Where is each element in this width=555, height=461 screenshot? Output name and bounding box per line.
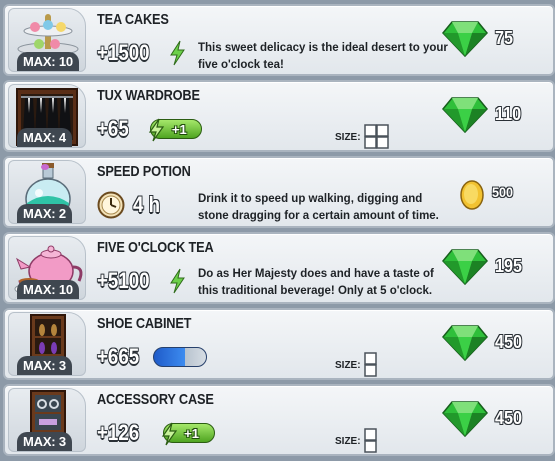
stat-value: +665 [97, 344, 140, 369]
clock-icon [97, 191, 125, 219]
item-name: FIVE O'CLOCK TEA [97, 239, 214, 256]
size-1x2-icon [363, 428, 377, 453]
item-description: Drink it to speed up walking, digging an… [198, 193, 439, 222]
size-label: SIZE: [335, 435, 361, 447]
item-name: TEA CAKES [97, 11, 169, 28]
item-name: SPEED POTION [97, 163, 191, 180]
item-stat: 4 h [97, 190, 165, 220]
shop-item-row[interactable]: MAX: 3 ACCESSORY CASE +126 +1 SIZE: 450 [3, 384, 555, 456]
item-stat: +65 +1 [97, 114, 203, 144]
energy-value: +5100 [97, 268, 150, 293]
lightning-icon [161, 422, 177, 446]
item-price: 450 [495, 408, 523, 428]
item-size: SIZE: [335, 352, 378, 378]
item-thumbnail: MAX: 3 [8, 388, 86, 452]
gem-icon [442, 97, 488, 134]
max-quantity-badge: MAX: 3 [17, 432, 72, 451]
energy-value: +65 [97, 116, 129, 141]
shop-item-row[interactable]: MAX: 3 SHOE CABINET +665 SIZE: 450 [3, 308, 555, 380]
plus-one-badge: +1 [161, 422, 215, 446]
badge-label: +1 [184, 425, 199, 441]
item-description: Do as Her Majesty does and have a taste … [198, 268, 434, 297]
shop-item-row[interactable]: MAX: 10 FIVE O'CLOCK TEA +5100 Do as Her… [3, 232, 555, 304]
item-price: 450 [495, 332, 523, 352]
item-thumbnail: MAX: 4 [8, 84, 86, 148]
energy-value: +1500 [97, 40, 150, 65]
item-stat: +665 [97, 342, 207, 372]
item-price: 75 [495, 28, 514, 48]
item-price: 110 [495, 104, 522, 124]
lightning-icon [169, 40, 185, 66]
item-stat: +5100 [97, 266, 185, 296]
item-price: 500 [492, 184, 514, 200]
lightning-icon [169, 268, 185, 294]
item-stat: +1500 [97, 38, 185, 68]
item-size: SIZE: [335, 124, 390, 150]
shop-item-row[interactable]: MAX: 2 SPEED POTION 4 h Drink it to spee… [3, 156, 555, 228]
gem-icon [442, 325, 488, 362]
size-label: SIZE: [335, 359, 361, 371]
coin-icon [460, 180, 484, 210]
item-description: This sweet delicacy is the ideal desert … [198, 42, 448, 71]
item-name: SHOE CABINET [97, 315, 192, 332]
item-name: ACCESSORY CASE [97, 391, 214, 408]
gem-icon [442, 249, 488, 286]
gem-icon [442, 21, 488, 58]
item-thumbnail: MAX: 10 [8, 236, 86, 300]
size-1x2-icon [363, 352, 377, 377]
max-quantity-badge: MAX: 3 [17, 356, 72, 375]
max-quantity-badge: MAX: 10 [17, 280, 79, 299]
shop-item-row[interactable]: MAX: 10 TEA CAKES +1500 This sweet delic… [3, 4, 555, 76]
plus-one-badge: +1 [149, 118, 203, 142]
gem-icon [442, 401, 488, 438]
item-stat: +126 +1 [97, 418, 215, 448]
max-quantity-badge: MAX: 4 [17, 128, 72, 147]
item-thumbnail: MAX: 3 [8, 312, 86, 376]
shop-item-list: MAX: 10 TEA CAKES +1500 This sweet delic… [0, 0, 555, 461]
shop-item-row[interactable]: MAX: 4 TUX WARDROBE +65 +1 SIZE: 110 [3, 80, 555, 152]
duration-value: 4 h [133, 192, 161, 217]
item-thumbnail: MAX: 10 [8, 8, 86, 72]
size-label: SIZE: [335, 131, 361, 143]
size-2x2-icon [363, 124, 389, 149]
progress-pill [152, 347, 207, 367]
item-thumbnail: MAX: 2 [8, 160, 86, 224]
lightning-icon [149, 118, 165, 142]
item-price: 195 [495, 256, 523, 276]
item-name: TUX WARDROBE [97, 87, 200, 104]
badge-label: +1 [171, 121, 187, 137]
energy-value: +126 [97, 420, 140, 445]
max-quantity-badge: MAX: 2 [17, 204, 72, 223]
max-quantity-badge: MAX: 10 [17, 52, 79, 71]
item-size: SIZE: [335, 428, 378, 454]
